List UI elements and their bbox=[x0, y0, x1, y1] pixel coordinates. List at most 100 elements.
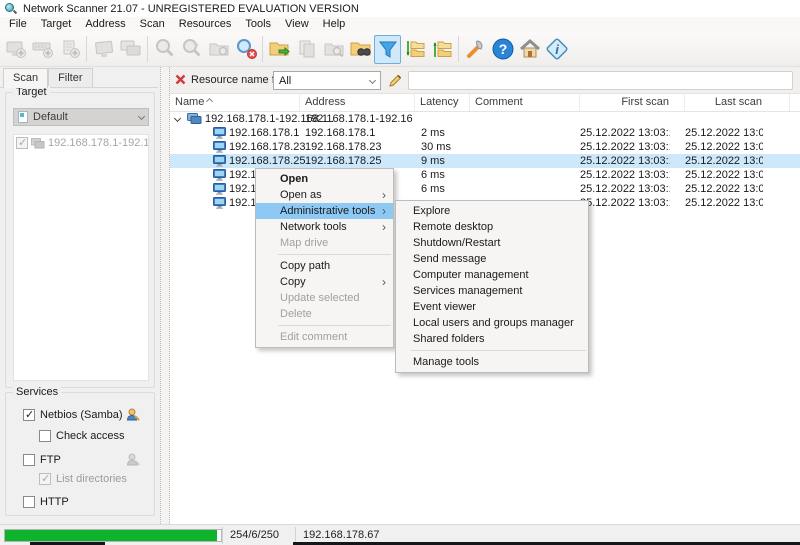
menu-scan[interactable]: Scan bbox=[133, 17, 172, 32]
search-resources-button[interactable] bbox=[347, 35, 374, 64]
menu-tools[interactable]: Tools bbox=[238, 17, 278, 32]
copy-resource-button[interactable] bbox=[293, 35, 320, 64]
stop-scan-button[interactable] bbox=[232, 35, 259, 64]
import-tree-button[interactable] bbox=[428, 35, 455, 64]
submenu-item-shared-folders[interactable]: Shared folders bbox=[396, 331, 588, 347]
scan-computers-button[interactable] bbox=[117, 35, 144, 64]
menu-separator bbox=[411, 350, 586, 351]
context-menu-item-update-selected: Update selected bbox=[280, 292, 360, 304]
netbios-label: Netbios (Samba) bbox=[40, 409, 123, 421]
submenu-item-explore[interactable]: Explore bbox=[396, 203, 588, 219]
column-header-latency[interactable]: Latency bbox=[415, 94, 470, 112]
resource-filter-dropdown[interactable]: All bbox=[273, 71, 381, 90]
row-address: 192.168.178.1-192.168.17... bbox=[305, 113, 413, 125]
context-menu-item-copy-path[interactable]: Copy path bbox=[256, 258, 393, 274]
filter-button[interactable] bbox=[374, 34, 401, 64]
context-menu-item-copy[interactable]: Copy › bbox=[256, 274, 393, 290]
menu-resources[interactable]: Resources bbox=[172, 17, 239, 32]
context-menu-item-open-as[interactable]: Open as › bbox=[256, 187, 393, 203]
help-button[interactable]: ? bbox=[489, 35, 516, 64]
target-dropdown[interactable]: Default bbox=[13, 108, 149, 126]
service-ftp[interactable]: FTP bbox=[23, 453, 140, 467]
context-menu-item-network-tools[interactable]: Network tools › bbox=[256, 219, 393, 235]
tab-filter[interactable]: Filter bbox=[48, 68, 93, 87]
target-dropdown-value: Default bbox=[33, 111, 68, 123]
table-row-host[interactable]: 192.168.178.1 192.168.178.1 2 ms 25.12.2… bbox=[170, 126, 800, 140]
netbios-checkbox[interactable] bbox=[23, 408, 35, 421]
service-netbios[interactable]: Netbios (Samba) bbox=[23, 408, 140, 422]
find-resource-button[interactable] bbox=[320, 35, 347, 64]
services-legend: Services bbox=[13, 386, 62, 398]
context-menu-item-open[interactable]: Open bbox=[256, 171, 393, 187]
ftp-checkbox[interactable] bbox=[23, 454, 35, 466]
column-header-comment[interactable]: Comment bbox=[470, 94, 580, 112]
homepage-button[interactable] bbox=[516, 35, 543, 64]
rescan-button[interactable] bbox=[178, 35, 205, 64]
export-tree-button[interactable] bbox=[401, 35, 428, 64]
submenu-item-manage-tools[interactable]: Manage tools bbox=[396, 354, 588, 370]
add-range-button[interactable] bbox=[29, 35, 56, 64]
computer-icon bbox=[213, 169, 226, 181]
context-menu-item-delete: Delete bbox=[280, 308, 312, 320]
row-first-scan: 25.12.2022 13:03:14 bbox=[580, 127, 670, 139]
table-row-host-selected[interactable]: 192.168.178.25 192.168.178.25 9 ms 25.12… bbox=[170, 154, 800, 168]
submenu-item-send-message[interactable]: Send message bbox=[396, 251, 588, 267]
edit-filter-icon[interactable] bbox=[386, 71, 404, 90]
submenu-item-shutdown-restart[interactable]: Shutdown/Restart bbox=[396, 235, 588, 251]
folder-search-gray-icon bbox=[207, 37, 231, 61]
panel-splitter[interactable] bbox=[160, 67, 170, 524]
svg-text:?: ? bbox=[498, 41, 507, 57]
tab-scan[interactable]: Scan bbox=[3, 68, 49, 88]
target-item-label: 192.168.178.1-192.1... bbox=[48, 137, 148, 149]
service-list-directories[interactable]: List directories bbox=[39, 472, 127, 486]
options-button[interactable] bbox=[462, 35, 489, 64]
scan-resources-button[interactable] bbox=[205, 35, 232, 64]
user-auth-icon[interactable] bbox=[126, 408, 140, 422]
collapse-chevron-icon[interactable] bbox=[173, 114, 182, 123]
submenu-item-remote-desktop[interactable]: Remote desktop bbox=[396, 219, 588, 235]
computer-icon bbox=[213, 183, 226, 195]
about-button[interactable]: i bbox=[543, 35, 570, 64]
menu-file[interactable]: File bbox=[2, 17, 34, 32]
submenu-item-event-viewer[interactable]: Event viewer bbox=[396, 299, 588, 315]
context-menu-item-map-drive: Map drive bbox=[280, 237, 329, 249]
chevron-down-icon bbox=[368, 76, 377, 84]
clear-filter-icon[interactable] bbox=[175, 74, 186, 85]
search-button[interactable] bbox=[151, 35, 178, 64]
row-latency: 6 ms bbox=[421, 169, 445, 181]
menu-view[interactable]: View bbox=[278, 17, 316, 32]
user-auth-icon-disabled bbox=[126, 453, 140, 467]
menu-separator bbox=[278, 325, 391, 326]
service-http[interactable]: HTTP bbox=[23, 495, 69, 509]
add-list-button[interactable] bbox=[56, 35, 83, 64]
target-list[interactable]: 192.168.178.1-192.1... bbox=[13, 134, 149, 381]
check-access-checkbox[interactable] bbox=[39, 430, 51, 442]
menu-address[interactable]: Address bbox=[78, 17, 132, 32]
target-item-checkbox[interactable] bbox=[16, 136, 28, 149]
menu-target[interactable]: Target bbox=[34, 17, 79, 32]
resource-filter-input[interactable] bbox=[408, 71, 793, 90]
row-latency: 30 ms bbox=[421, 141, 451, 153]
column-header-first-scan[interactable]: First scan bbox=[580, 94, 685, 112]
context-menu-item-administrative-tools[interactable]: Administrative tools › bbox=[256, 203, 393, 219]
table-row-group[interactable]: 192.168.178.1-192.168.1... 192.168.178.1… bbox=[170, 112, 800, 126]
http-checkbox[interactable] bbox=[23, 496, 35, 508]
column-header-address[interactable]: Address bbox=[300, 94, 415, 112]
target-list-item[interactable]: 192.168.178.1-192.1... bbox=[14, 135, 148, 151]
menu-help[interactable]: Help bbox=[316, 17, 353, 32]
list-directories-checkbox[interactable] bbox=[39, 472, 51, 485]
submenu-item-services-management[interactable]: Services management bbox=[396, 283, 588, 299]
open-resource-button[interactable] bbox=[266, 35, 293, 64]
row-address: 192.168.178.25 bbox=[305, 155, 382, 167]
submenu-item-computer-management[interactable]: Computer management bbox=[396, 267, 588, 283]
search-icon bbox=[153, 37, 177, 61]
column-header-last-scan[interactable]: Last scan bbox=[685, 94, 790, 112]
column-header-name[interactable]: Name bbox=[170, 94, 300, 112]
table-row-host[interactable]: 192.168.178.23 192.168.178.23 30 ms 25.1… bbox=[170, 140, 800, 154]
scan-computer-button[interactable] bbox=[90, 35, 117, 64]
add-list-icon bbox=[58, 37, 82, 61]
service-check-access[interactable]: Check access bbox=[39, 429, 124, 443]
add-computer-button[interactable] bbox=[2, 35, 29, 64]
scan-progress-bar bbox=[4, 529, 222, 542]
submenu-item-local-users-groups[interactable]: Local users and groups manager bbox=[396, 315, 588, 331]
